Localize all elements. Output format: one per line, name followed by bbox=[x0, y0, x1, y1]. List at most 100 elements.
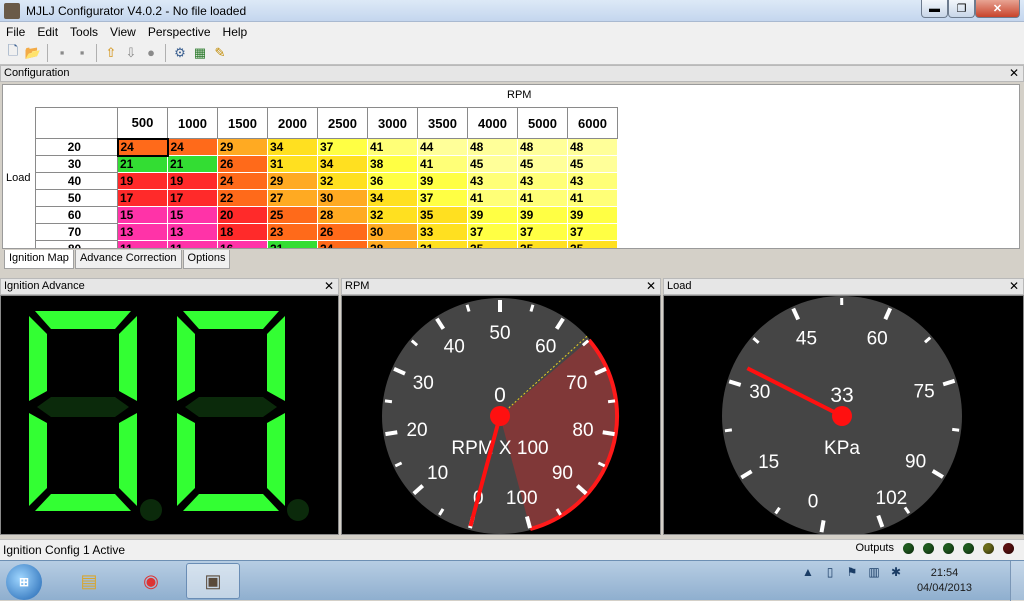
map-cell[interactable]: 26 bbox=[218, 156, 268, 173]
map-cell[interactable]: 34 bbox=[268, 139, 318, 156]
map-cell[interactable]: 26 bbox=[318, 224, 368, 241]
map-cell[interactable]: 41 bbox=[468, 190, 518, 207]
save-icon[interactable]: ▪ bbox=[52, 43, 72, 63]
map-cell[interactable]: 21 bbox=[118, 156, 168, 173]
map-cell[interactable]: 13 bbox=[118, 224, 168, 241]
maximize-button[interactable]: ❐ bbox=[948, 0, 975, 18]
minimize-button[interactable]: ▬ bbox=[921, 0, 948, 18]
show-desktop-button[interactable] bbox=[1010, 561, 1024, 601]
download-icon[interactable]: ⇩ bbox=[121, 43, 141, 63]
map-cell[interactable]: 15 bbox=[168, 207, 218, 224]
map-cell[interactable]: 24 bbox=[318, 241, 368, 250]
tab-ignition-map[interactable]: Ignition Map bbox=[4, 250, 74, 269]
map-cell[interactable]: 34 bbox=[368, 190, 418, 207]
menu-file[interactable]: File bbox=[0, 25, 31, 39]
map-cell[interactable]: 28 bbox=[368, 241, 418, 250]
menu-edit[interactable]: Edit bbox=[31, 25, 64, 39]
menu-perspective[interactable]: Perspective bbox=[142, 25, 217, 39]
map-cell[interactable]: 45 bbox=[468, 156, 518, 173]
map-cell[interactable]: 41 bbox=[368, 139, 418, 156]
network-icon[interactable]: ▥ bbox=[866, 564, 882, 580]
map-cell[interactable]: 16 bbox=[218, 241, 268, 250]
map-cell[interactable]: 22 bbox=[218, 190, 268, 207]
map-cell[interactable]: 43 bbox=[518, 173, 568, 190]
map-cell[interactable]: 48 bbox=[568, 139, 618, 156]
mjlj-configurator-icon[interactable]: ▣ bbox=[186, 563, 240, 599]
map-cell[interactable]: 25 bbox=[268, 207, 318, 224]
map-cell[interactable]: 17 bbox=[168, 190, 218, 207]
map-cell[interactable]: 30 bbox=[318, 190, 368, 207]
map-cell[interactable]: 39 bbox=[418, 173, 468, 190]
map-cell[interactable]: 36 bbox=[368, 173, 418, 190]
map-cell[interactable]: 24 bbox=[168, 139, 218, 156]
map-cell[interactable]: 17 bbox=[118, 190, 168, 207]
explorer-icon[interactable]: ▤ bbox=[62, 563, 116, 599]
map-cell[interactable]: 23 bbox=[268, 224, 318, 241]
menu-tools[interactable]: Tools bbox=[64, 25, 104, 39]
map-cell[interactable]: 24 bbox=[218, 173, 268, 190]
map-cell[interactable]: 41 bbox=[518, 190, 568, 207]
chrome-icon[interactable]: ◉ bbox=[124, 563, 178, 599]
tab-advance-correction[interactable]: Advance Correction bbox=[75, 250, 182, 269]
map-cell[interactable]: 33 bbox=[418, 224, 468, 241]
map-cell[interactable]: 21 bbox=[268, 241, 318, 250]
settings-icon[interactable]: ⚙ bbox=[170, 43, 190, 63]
flag-icon[interactable]: ⚑ bbox=[844, 564, 860, 580]
map-cell[interactable]: 41 bbox=[568, 190, 618, 207]
map-cell[interactable]: 11 bbox=[168, 241, 218, 250]
map-cell[interactable]: 35 bbox=[468, 241, 518, 250]
burn-icon[interactable]: ● bbox=[141, 43, 161, 63]
map-cell[interactable]: 32 bbox=[318, 173, 368, 190]
map-cell[interactable]: 29 bbox=[268, 173, 318, 190]
map-cell[interactable]: 34 bbox=[318, 156, 368, 173]
map-cell[interactable]: 38 bbox=[368, 156, 418, 173]
close-button[interactable]: ✕ bbox=[975, 0, 1020, 18]
map-cell[interactable]: 19 bbox=[118, 173, 168, 190]
new-file-icon[interactable]: 🗋 bbox=[3, 43, 23, 63]
close-icon[interactable]: ✕ bbox=[646, 279, 656, 294]
map-cell[interactable]: 48 bbox=[468, 139, 518, 156]
bluetooth-icon[interactable]: ✱ bbox=[888, 564, 904, 580]
map-cell[interactable]: 43 bbox=[568, 173, 618, 190]
clock[interactable]: 21:54 04/04/2013 bbox=[917, 566, 972, 596]
map-cell[interactable]: 19 bbox=[168, 173, 218, 190]
map-cell[interactable]: 31 bbox=[268, 156, 318, 173]
close-icon[interactable]: ✕ bbox=[1009, 66, 1019, 81]
menu-view[interactable]: View bbox=[104, 25, 142, 39]
map-cell[interactable]: 13 bbox=[168, 224, 218, 241]
menu-help[interactable]: Help bbox=[217, 25, 254, 39]
map-cell[interactable]: 15 bbox=[118, 207, 168, 224]
map-cell[interactable]: 39 bbox=[468, 207, 518, 224]
map-cell[interactable]: 24 bbox=[118, 139, 168, 156]
open-folder-icon[interactable]: 📂 bbox=[23, 43, 43, 63]
map-cell[interactable]: 32 bbox=[368, 207, 418, 224]
upload-icon[interactable]: ⇧ bbox=[101, 43, 121, 63]
close-icon[interactable]: ✕ bbox=[324, 279, 334, 294]
map-cell[interactable]: 45 bbox=[568, 156, 618, 173]
map-cell[interactable]: 39 bbox=[518, 207, 568, 224]
map-cell[interactable]: 37 bbox=[418, 190, 468, 207]
map-cell[interactable]: 28 bbox=[318, 207, 368, 224]
map-cell[interactable]: 29 bbox=[218, 139, 268, 156]
chart-icon[interactable]: ▦ bbox=[190, 43, 210, 63]
save-all-icon[interactable]: ▪ bbox=[72, 43, 92, 63]
map-cell[interactable]: 35 bbox=[418, 207, 468, 224]
map-cell[interactable]: 35 bbox=[568, 241, 618, 250]
map-cell[interactable]: 37 bbox=[468, 224, 518, 241]
map-cell[interactable]: 31 bbox=[418, 241, 468, 250]
map-cell[interactable]: 35 bbox=[518, 241, 568, 250]
map-cell[interactable]: 27 bbox=[268, 190, 318, 207]
map-cell[interactable]: 39 bbox=[568, 207, 618, 224]
tab-options[interactable]: Options bbox=[183, 250, 231, 269]
start-button[interactable]: ⊞ bbox=[6, 564, 42, 600]
map-cell[interactable]: 37 bbox=[318, 139, 368, 156]
map-cell[interactable]: 11 bbox=[118, 241, 168, 250]
map-cell[interactable]: 41 bbox=[418, 156, 468, 173]
chevron-up-icon[interactable]: ▲ bbox=[800, 564, 816, 580]
close-icon[interactable]: ✕ bbox=[1009, 279, 1019, 294]
map-cell[interactable]: 37 bbox=[568, 224, 618, 241]
map-cell[interactable]: 21 bbox=[168, 156, 218, 173]
map-cell[interactable]: 45 bbox=[518, 156, 568, 173]
map-cell[interactable]: 48 bbox=[518, 139, 568, 156]
wrench-icon[interactable]: ✎ bbox=[210, 43, 230, 63]
